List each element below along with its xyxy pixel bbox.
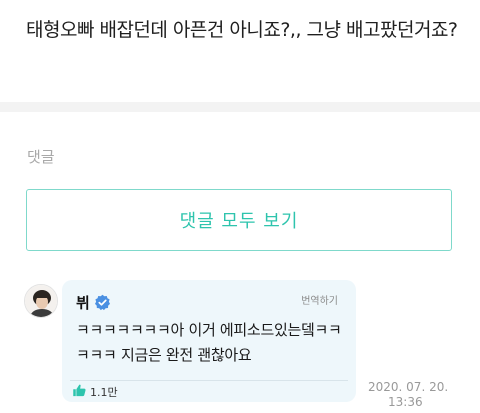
author-name: 뷔 (76, 294, 90, 312)
comment-author[interactable]: 뷔 (76, 292, 111, 313)
bubble-divider (70, 380, 348, 381)
avatar-image (25, 285, 57, 317)
section-divider (0, 102, 480, 112)
thumbs-up-icon (72, 383, 87, 401)
avatar[interactable] (24, 284, 58, 318)
translate-link[interactable]: 번역하기 (301, 292, 338, 307)
view-all-comments-button[interactable]: 댓글 모두 보기 (26, 189, 452, 251)
post-text: 태형오빠 배잡던데 아픈건 아니죠?,, 그냥 배고팠던거죠? (26, 19, 458, 41)
comments-label: 댓글 (27, 148, 55, 166)
like-button[interactable]: 1.1만 (72, 383, 118, 401)
verified-badge-icon (94, 294, 111, 311)
like-count: 1.1만 (90, 386, 118, 399)
comment-bubble: 뷔 번역하기 ㅋㅋㅋㅋㅋㅋㅋ아 이거 에피소드있는뎈ㅋㅋㅋㅋㅋ 지금은 완전 괜… (62, 280, 356, 402)
comment-date: 2020. 07. 20. (368, 380, 449, 394)
comment-text: ㅋㅋㅋㅋㅋㅋㅋ아 이거 에피소드있는뎈ㅋㅋㅋㅋㅋ 지금은 완전 괜찮아요 (76, 321, 342, 364)
comment-time: 13:36 (388, 395, 423, 409)
comment-timestamp: 2020. 07. 20. 13:36 (368, 380, 448, 410)
